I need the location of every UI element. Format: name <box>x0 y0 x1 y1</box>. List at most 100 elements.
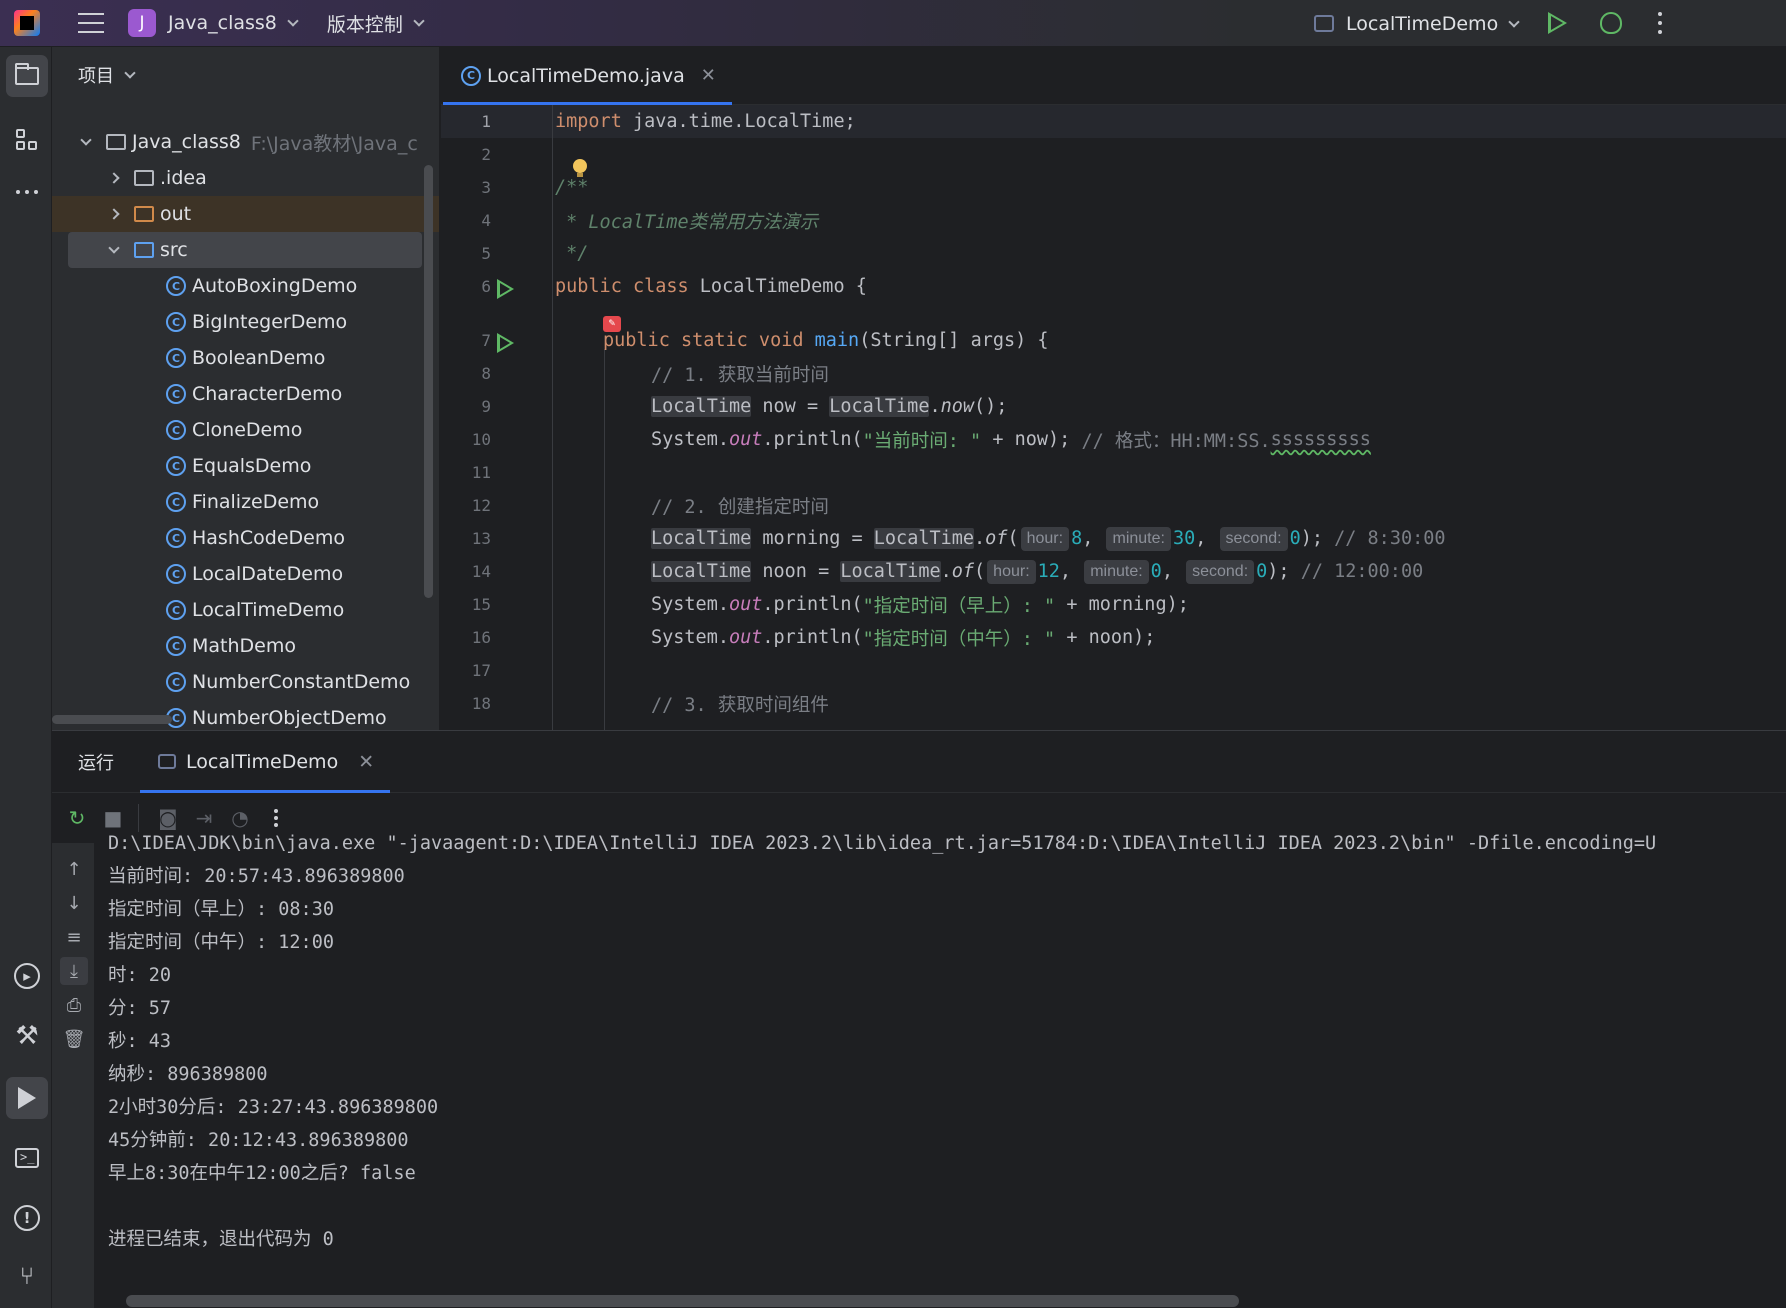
class-label: MathDemo <box>192 635 296 657</box>
console-line: 时: 20 <box>108 965 172 986</box>
tree-class-item[interactable]: C NumberConstantDemo <box>52 664 439 700</box>
tree-item-out[interactable]: out <box>52 196 439 232</box>
run-gutter-icon[interactable] <box>497 279 514 299</box>
console-horizontal-scrollbar[interactable] <box>126 1295 1239 1307</box>
tree-class-item[interactable]: C CharacterDemo <box>52 376 439 412</box>
code-line-10: System. out .println("当前时间: " + now); // 格… <box>651 429 1371 452</box>
tree-root-java-class8[interactable]: Java_class8 F:\Java教材\Java_c <box>52 124 439 160</box>
console-line: 纳秒: 896389800 <box>108 1064 268 1085</box>
tree-class-item[interactable]: C BigIntegerDemo <box>52 304 439 340</box>
run-panel-title: 运行 <box>78 752 114 774</box>
collapse-arrow-icon[interactable] <box>108 242 120 254</box>
folder-icon <box>15 63 39 85</box>
line-number: 8 <box>481 364 491 383</box>
close-tab-icon[interactable]: ✕ <box>701 65 716 86</box>
line-number: 3 <box>481 178 491 197</box>
camera-icon[interactable]: ◙ <box>157 806 179 830</box>
soft-wrap-icon[interactable]: ≡ <box>60 923 88 951</box>
run-config-label: LocalTimeDemo <box>1346 12 1499 35</box>
vcs-menu[interactable]: 版本控制 <box>327 10 403 37</box>
more-options-icon[interactable] <box>1658 12 1662 34</box>
param-hint: second: <box>1219 526 1288 551</box>
ai-assistant-icon[interactable]: ✎ <box>603 316 621 332</box>
tree-item-src[interactable]: src <box>68 232 422 268</box>
git-branch-icon: ⑂ <box>19 1262 35 1290</box>
tree-class-item[interactable]: C MathDemo <box>52 628 439 664</box>
tree-item-idea[interactable]: .idea <box>52 160 439 196</box>
print-icon[interactable]: ⎙ <box>60 991 88 1019</box>
line-number: 11 <box>471 463 491 482</box>
chevron-down-icon[interactable] <box>413 15 425 27</box>
line-number: 16 <box>471 628 491 647</box>
rerun-icon[interactable]: ↻ <box>66 806 88 830</box>
class-label: NumberConstantDemo <box>192 671 411 693</box>
code-line-12: // 2. 创建指定时间 <box>651 496 829 518</box>
project-horizontal-scrollbar[interactable] <box>52 715 172 724</box>
line-number: 1 <box>481 112 491 131</box>
scroll-to-end-icon[interactable]: ⤓ <box>60 957 88 985</box>
coverage-icon[interactable]: ◔ <box>229 806 251 830</box>
git-tool-button[interactable]: ⑂ <box>6 1255 48 1297</box>
run-tool-button[interactable] <box>6 1077 48 1119</box>
editor-gutter: 1 2 3 4 5 6 7 8 9 10 11 12 13 14 15 16 1… <box>441 105 553 730</box>
services-tool-button[interactable]: ▸ <box>6 955 48 997</box>
tree-class-item[interactable]: C CloneDemo <box>52 412 439 448</box>
problems-tool-button[interactable]: ! <box>6 1197 48 1239</box>
services-icon: ▸ <box>14 963 40 989</box>
chevron-down-icon[interactable] <box>287 15 299 27</box>
class-label: EqualsDemo <box>192 455 312 477</box>
run-icon[interactable] <box>1548 12 1567 34</box>
console-output[interactable]: D:\IDEA\JDK\bin\java.exe "-javaagent:D:\… <box>108 833 1786 1308</box>
exit-icon[interactable]: ⇥ <box>193 806 215 830</box>
scroll-down-icon[interactable]: ↓ <box>60 889 88 917</box>
expand-arrow-icon[interactable] <box>108 208 120 220</box>
project-vertical-scrollbar[interactable] <box>424 165 433 598</box>
project-panel-header[interactable]: 项目 <box>52 47 439 103</box>
project-badge[interactable]: J <box>128 9 156 37</box>
project-name[interactable]: Java_class8 <box>168 12 277 34</box>
more-options-icon[interactable] <box>265 807 287 829</box>
tree-class-item[interactable]: C HashCodeDemo <box>52 520 439 556</box>
debug-icon[interactable] <box>1600 12 1622 34</box>
class-label: LocalDateDemo <box>192 563 344 585</box>
project-tool-button[interactable] <box>6 55 48 97</box>
tree-class-item[interactable]: C FinalizeDemo <box>52 484 439 520</box>
close-tab-icon[interactable]: ✕ <box>358 751 374 773</box>
collapse-arrow-icon[interactable] <box>80 134 92 146</box>
tree-class-item[interactable]: C BooleanDemo <box>52 340 439 376</box>
run-gutter-icon[interactable] <box>497 333 514 353</box>
class-icon: C <box>166 672 186 692</box>
terminal-tool-button[interactable]: >_ <box>6 1137 48 1179</box>
class-icon: C <box>166 636 186 656</box>
scroll-up-icon[interactable]: ↑ <box>60 855 88 883</box>
tree-class-item[interactable]: C LocalTimeDemo <box>52 592 439 628</box>
expand-arrow-icon[interactable] <box>108 172 120 184</box>
chevron-down-icon <box>1508 15 1520 28</box>
code-line-14: LocalTime noon = LocalTime. of(hour: 12, m… <box>651 559 1424 584</box>
line-number: 4 <box>481 211 491 230</box>
tree-item-label: out <box>160 203 192 225</box>
tree-class-item[interactable]: C LocalDateDemo <box>52 556 439 592</box>
intellij-logo-icon[interactable] <box>14 10 40 36</box>
code-line-16: System. out .println("指定时间（中午）: " + noon); <box>651 627 1156 650</box>
line-number: 17 <box>471 661 491 680</box>
code-line-5: */ <box>555 243 589 264</box>
build-tool-button[interactable]: ⚒ <box>6 1015 48 1057</box>
editor-tab-localtimedemo[interactable]: C LocalTimeDemo.java ✕ <box>443 47 732 105</box>
run-tab-localtimedemo[interactable]: LocalTimeDemo ✕ <box>139 731 391 793</box>
line-number: 15 <box>471 595 491 614</box>
run-configuration-selector[interactable]: LocalTimeDemo <box>1314 0 1520 47</box>
tree-class-item[interactable]: C EqualsDemo <box>52 448 439 484</box>
class-label: CloneDemo <box>192 419 303 441</box>
tree-class-item[interactable]: C AutoBoxingDemo <box>52 268 439 304</box>
lightbulb-icon[interactable] <box>573 159 587 177</box>
more-tools-button[interactable] <box>6 171 48 213</box>
trash-icon[interactable]: 🗑 <box>60 1025 88 1053</box>
line-number: 13 <box>471 529 491 548</box>
line-number: 7 <box>481 331 491 350</box>
stop-icon[interactable]: ■ <box>102 806 124 830</box>
code-area[interactable]: import java.time.LocalTime; /** * LocalT… <box>555 105 1786 730</box>
class-icon: C <box>166 564 186 584</box>
structure-tool-button[interactable] <box>6 119 48 161</box>
main-menu-icon[interactable] <box>78 13 104 33</box>
